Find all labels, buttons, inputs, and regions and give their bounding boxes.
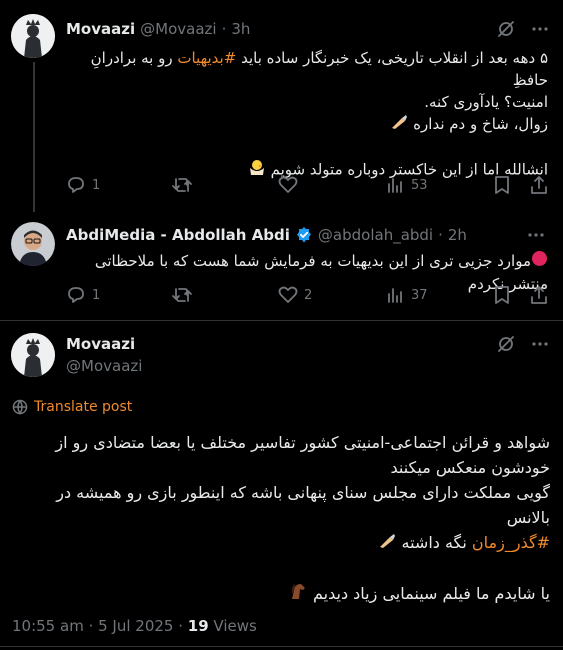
writing-hand-emoji: [390, 114, 408, 136]
tweet-line: امنیت؟ یادآوری کنه.: [424, 93, 548, 111]
post-metadata: 10:55 am · 5 Jul 2025 · 19 Views: [12, 617, 257, 635]
bookmark-button[interactable]: [493, 285, 511, 305]
analytics-icon: [388, 178, 402, 193]
globe-icon: [12, 399, 28, 415]
share-button[interactable]: [530, 175, 548, 195]
views-label: Views: [208, 617, 257, 635]
more-icon[interactable]: [527, 226, 545, 244]
post-timestamp[interactable]: 10:55 am · 5 Jul 2025 ·: [12, 617, 188, 635]
share-icon: [531, 286, 547, 304]
reply-icon: [68, 287, 84, 303]
bookmark-icon: [495, 286, 509, 304]
grok-icon[interactable]: [497, 20, 515, 38]
share-icon: [531, 176, 547, 194]
reply-button[interactable]: 1: [66, 175, 100, 195]
action-bar: 1 53: [66, 175, 548, 197]
views-button[interactable]: 53: [385, 175, 428, 195]
user-handle[interactable]: @Movaazi: [66, 357, 142, 375]
repost-icon: [172, 178, 192, 192]
reply-button[interactable]: 1: [66, 285, 100, 305]
more-icon[interactable]: [531, 20, 549, 38]
tweet-header: AbdiMedia - Abdollah Abdi @abdolah_abdi …: [66, 226, 467, 244]
view-count: 37: [411, 287, 428, 303]
heart-icon: [278, 286, 298, 303]
tweet-top-icons: [497, 335, 549, 353]
paragraph: شواهد و قرائن اجتماعی-امنیتی کشور تفاسیر…: [55, 433, 550, 477]
views-button[interactable]: 37: [385, 285, 428, 305]
translate-post-link[interactable]: Translate post: [12, 399, 132, 415]
verified-badge-icon: [296, 227, 311, 243]
divider: [0, 646, 563, 647]
tweet-top-icons: [527, 226, 545, 244]
bookmark-button[interactable]: [493, 175, 511, 195]
separator: ·: [221, 20, 227, 38]
horse-emoji: [288, 582, 308, 607]
repost-icon: [172, 288, 192, 302]
tweet-line: زوال، شاخ و دم نداره: [66, 113, 548, 136]
share-button[interactable]: [530, 285, 548, 305]
hashtag-link[interactable]: #بدیهیات: [177, 49, 236, 67]
separator: ·: [438, 226, 443, 244]
bookmark-icon: [495, 176, 509, 194]
display-name[interactable]: Movaazi: [66, 20, 135, 38]
post-time[interactable]: 2h: [448, 226, 467, 244]
more-icon[interactable]: [531, 335, 549, 353]
user-handle[interactable]: @abdolah_abdi: [318, 226, 433, 244]
analytics-icon: [388, 288, 402, 303]
repost-button[interactable]: [171, 175, 193, 195]
reply-icon: [68, 177, 84, 193]
avatar[interactable]: [11, 222, 55, 266]
display-name[interactable]: AbdiMedia - Abdollah Abdi: [66, 226, 290, 244]
writing-hand-emoji: [378, 531, 396, 556]
view-count: 53: [411, 177, 428, 193]
post-time[interactable]: 3h: [231, 20, 250, 38]
red-circle-emoji: [531, 250, 548, 273]
grok-icon[interactable]: [497, 335, 515, 353]
thread-line: [33, 62, 35, 212]
tweet-line: ۵ دهه بعد از انقلاب تاریخی، یک خبرنگار س…: [90, 49, 548, 89]
tweet-top-icons: [497, 20, 549, 38]
paragraph: گویی مملکت دارای مجلس سنای پنهانی باشه ک…: [56, 483, 550, 527]
tweet-header: Movaazi @Movaazi · 3h: [66, 20, 250, 38]
paragraph: یا شایدم ما فیلم سینمایی زیاد دیدیم: [12, 581, 550, 607]
avatar[interactable]: [11, 333, 55, 377]
action-bar: 1 2 37: [66, 285, 548, 307]
reply-count: 1: [92, 287, 101, 303]
main-author: Movaazi @Movaazi: [66, 335, 142, 375]
like-button[interactable]: [278, 175, 298, 195]
like-count: 2: [304, 287, 313, 303]
reply-count: 1: [92, 177, 101, 193]
heart-icon: [278, 176, 298, 193]
avatar[interactable]: [11, 14, 55, 58]
tweet-text: ۵ دهه بعد از انقلاب تاریخی، یک خبرنگار س…: [66, 47, 548, 182]
divider: [0, 320, 563, 321]
hashtag-link[interactable]: #گذر_زمان: [472, 533, 550, 552]
repost-button[interactable]: [171, 285, 193, 305]
user-handle[interactable]: @Movaazi: [140, 20, 216, 38]
like-button[interactable]: 2: [278, 285, 312, 305]
main-tweet-text: شواهد و قرائن اجتماعی-امنیتی کشور تفاسیر…: [12, 430, 550, 607]
display-name[interactable]: Movaazi: [66, 335, 142, 353]
paragraph: #گذر_زمان نگه داشته: [12, 530, 550, 556]
views-count: 19: [187, 617, 209, 635]
